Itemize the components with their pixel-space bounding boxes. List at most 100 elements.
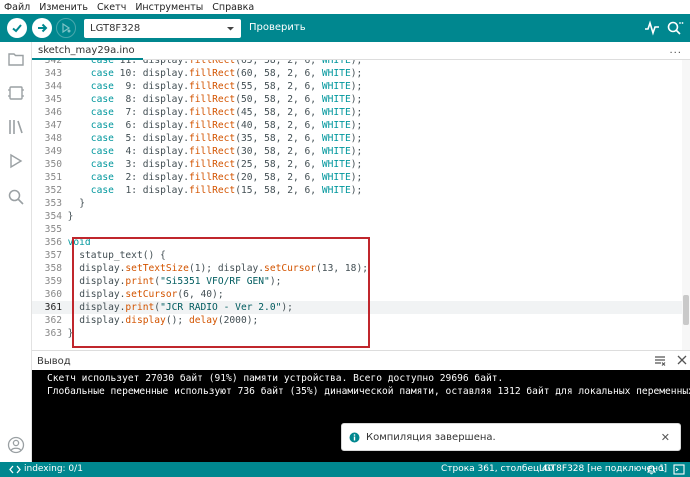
verify-tooltip: Проверить <box>249 22 306 33</box>
line-number: 358 <box>44 263 62 274</box>
checkmark-icon <box>12 24 22 33</box>
line-number: 360 <box>44 289 62 300</box>
code-text: case 9: display.fillRect(55, 58, 2, 6, W… <box>90 81 363 92</box>
info-icon <box>349 432 360 443</box>
menu-file[interactable]: Файл <box>4 2 30 13</box>
line-number: 345 <box>44 94 62 105</box>
notification-count: 1 <box>659 464 665 474</box>
notification-toast: Компиляция завершена. ✕ <box>341 423 681 451</box>
output-header: Вывод <box>32 350 690 370</box>
serial-plotter-icon[interactable] <box>644 20 660 36</box>
verify-button[interactable] <box>7 18 27 38</box>
tab-sketch[interactable]: sketch_may29a.ino <box>32 42 143 60</box>
menu-help[interactable]: Справка <box>212 2 254 13</box>
menu-tools[interactable]: Инструменты <box>135 2 203 13</box>
line-number: 357 <box>44 250 62 261</box>
code-text: case 8: display.fillRect(50, 58, 2, 6, W… <box>90 94 363 105</box>
line-number: 352 <box>44 185 62 196</box>
code-line[interactable]: 349 case 4: display.fillRect(30, 58, 2, 6… <box>32 145 690 158</box>
debug-sidebar-icon[interactable] <box>7 152 25 170</box>
arrow-right-icon <box>38 23 48 33</box>
code-text: } <box>67 211 74 222</box>
editor-tabs: sketch_may29a.ino ... <box>32 42 690 60</box>
line-number: 350 <box>44 159 62 170</box>
search-icon[interactable] <box>7 188 25 206</box>
status-bar: indexing: 0/1 Строка 361, столбец 40 LGT… <box>0 462 690 477</box>
code-text: case 6: display.fillRect(40, 58, 2, 6, W… <box>90 120 363 131</box>
line-number: 349 <box>44 146 62 157</box>
code-text: case 10: display.fillRect(60, 58, 2, 6, … <box>90 68 363 79</box>
library-manager-icon[interactable] <box>7 118 25 136</box>
menu-edit[interactable]: Изменить <box>39 2 88 13</box>
code-text: case 7: display.fillRect(45, 58, 2, 6, W… <box>90 107 363 118</box>
code-text: case 3: display.fillRect(25, 58, 2, 6, W… <box>90 159 363 170</box>
debug-button[interactable] <box>56 18 76 38</box>
code-text: case 5: display.fillRect(35, 58, 2, 6, W… <box>90 133 363 144</box>
activity-bar <box>0 42 32 462</box>
line-number: 363 <box>44 328 62 339</box>
code-line[interactable]: 346 case 7: display.fillRect(45, 58, 2, 6… <box>32 106 690 119</box>
line-number: 356 <box>44 237 62 248</box>
code-line[interactable]: 354} <box>32 210 690 223</box>
line-number: 344 <box>44 81 62 92</box>
output-line: Скетч использует 27030 байт (91%) памяти… <box>47 373 504 384</box>
tabs-more-button[interactable]: ... <box>669 45 682 56</box>
code-text: case 1: display.fillRect(15, 58, 2, 6, W… <box>90 185 363 196</box>
line-number: 361 <box>44 302 62 313</box>
folder-icon[interactable] <box>7 50 25 68</box>
board-selector[interactable]: LGT8F328 <box>84 19 241 38</box>
code-line[interactable]: 344 case 9: display.fillRect(55, 58, 2, 6… <box>32 80 690 93</box>
chevron-down-icon <box>227 27 234 31</box>
line-number: 347 <box>44 120 62 131</box>
code-editor[interactable]: 342 case 11: display.fillRect(65, 58, 2, … <box>32 60 690 350</box>
notification-bell-icon[interactable] <box>646 464 657 475</box>
cursor-position[interactable]: Строка 361, столбец 40 <box>441 464 553 474</box>
debug-icon <box>62 22 71 34</box>
upload-button[interactable] <box>32 18 52 38</box>
code-line[interactable]: 343 case 10: display.fillRect(60, 58, 2, … <box>32 67 690 80</box>
line-number: 351 <box>44 172 62 183</box>
code-line[interactable]: 355 <box>32 223 690 236</box>
toolbar: LGT8F328 Проверить <box>0 14 690 42</box>
terminal-icon[interactable] <box>673 464 685 475</box>
line-number: 353 <box>44 198 62 209</box>
menu-bar: Файл Изменить Скетч Инструменты Справка <box>0 0 690 14</box>
code-text: case 4: display.fillRect(30, 58, 2, 6, W… <box>90 146 363 157</box>
line-number: 342 <box>44 60 62 66</box>
close-output-icon[interactable] <box>677 355 687 365</box>
code-text: case 2: display.fillRect(20, 58, 2, 6, W… <box>90 172 363 183</box>
editor-scrollbar[interactable] <box>682 60 690 350</box>
notification-text: Компиляция завершена. <box>366 432 496 443</box>
output-title: Вывод <box>37 356 71 367</box>
line-number: 362 <box>44 315 62 326</box>
tab-sketch-label: sketch_may29a.ino <box>38 44 135 56</box>
code-line[interactable]: 345 case 8: display.fillRect(50, 58, 2, 6… <box>32 93 690 106</box>
board-selector-label: LGT8F328 <box>90 23 141 34</box>
line-number: 355 <box>44 224 62 235</box>
line-number: 348 <box>44 133 62 144</box>
code-line[interactable]: 351 case 2: display.fillRect(20, 58, 2, 6… <box>32 171 690 184</box>
account-icon[interactable] <box>7 436 25 454</box>
output-line: Глобальные переменные используют 736 бай… <box>47 386 690 397</box>
editor-scrollbar-thumb[interactable] <box>683 295 689 325</box>
menu-sketch[interactable]: Скетч <box>97 2 126 13</box>
code-text: } <box>79 198 85 209</box>
highlight-box <box>72 237 370 348</box>
line-number: 346 <box>44 107 62 118</box>
line-number: 359 <box>44 276 62 287</box>
code-text: case 11: display.fillRect(65, 58, 2, 6, … <box>90 60 363 66</box>
code-icon <box>9 465 21 474</box>
code-line[interactable]: 347 case 6: display.fillRect(40, 58, 2, 6… <box>32 119 690 132</box>
clear-output-icon[interactable] <box>654 355 666 367</box>
code-line[interactable]: 353} <box>32 197 690 210</box>
line-number: 343 <box>44 68 62 79</box>
code-line[interactable]: 342 case 11: display.fillRect(65, 58, 2, … <box>32 60 690 67</box>
board-manager-icon[interactable] <box>7 84 25 102</box>
code-line[interactable]: 350 case 3: display.fillRect(25, 58, 2, 6… <box>32 158 690 171</box>
serial-monitor-icon[interactable] <box>666 20 684 36</box>
indexing-status: indexing: 0/1 <box>24 464 83 474</box>
close-notification-button[interactable]: ✕ <box>661 431 670 444</box>
code-line[interactable]: 352 case 1: display.fillRect(15, 58, 2, 6… <box>32 184 690 197</box>
line-number: 354 <box>44 211 62 222</box>
code-line[interactable]: 348 case 5: display.fillRect(35, 58, 2, 6… <box>32 132 690 145</box>
